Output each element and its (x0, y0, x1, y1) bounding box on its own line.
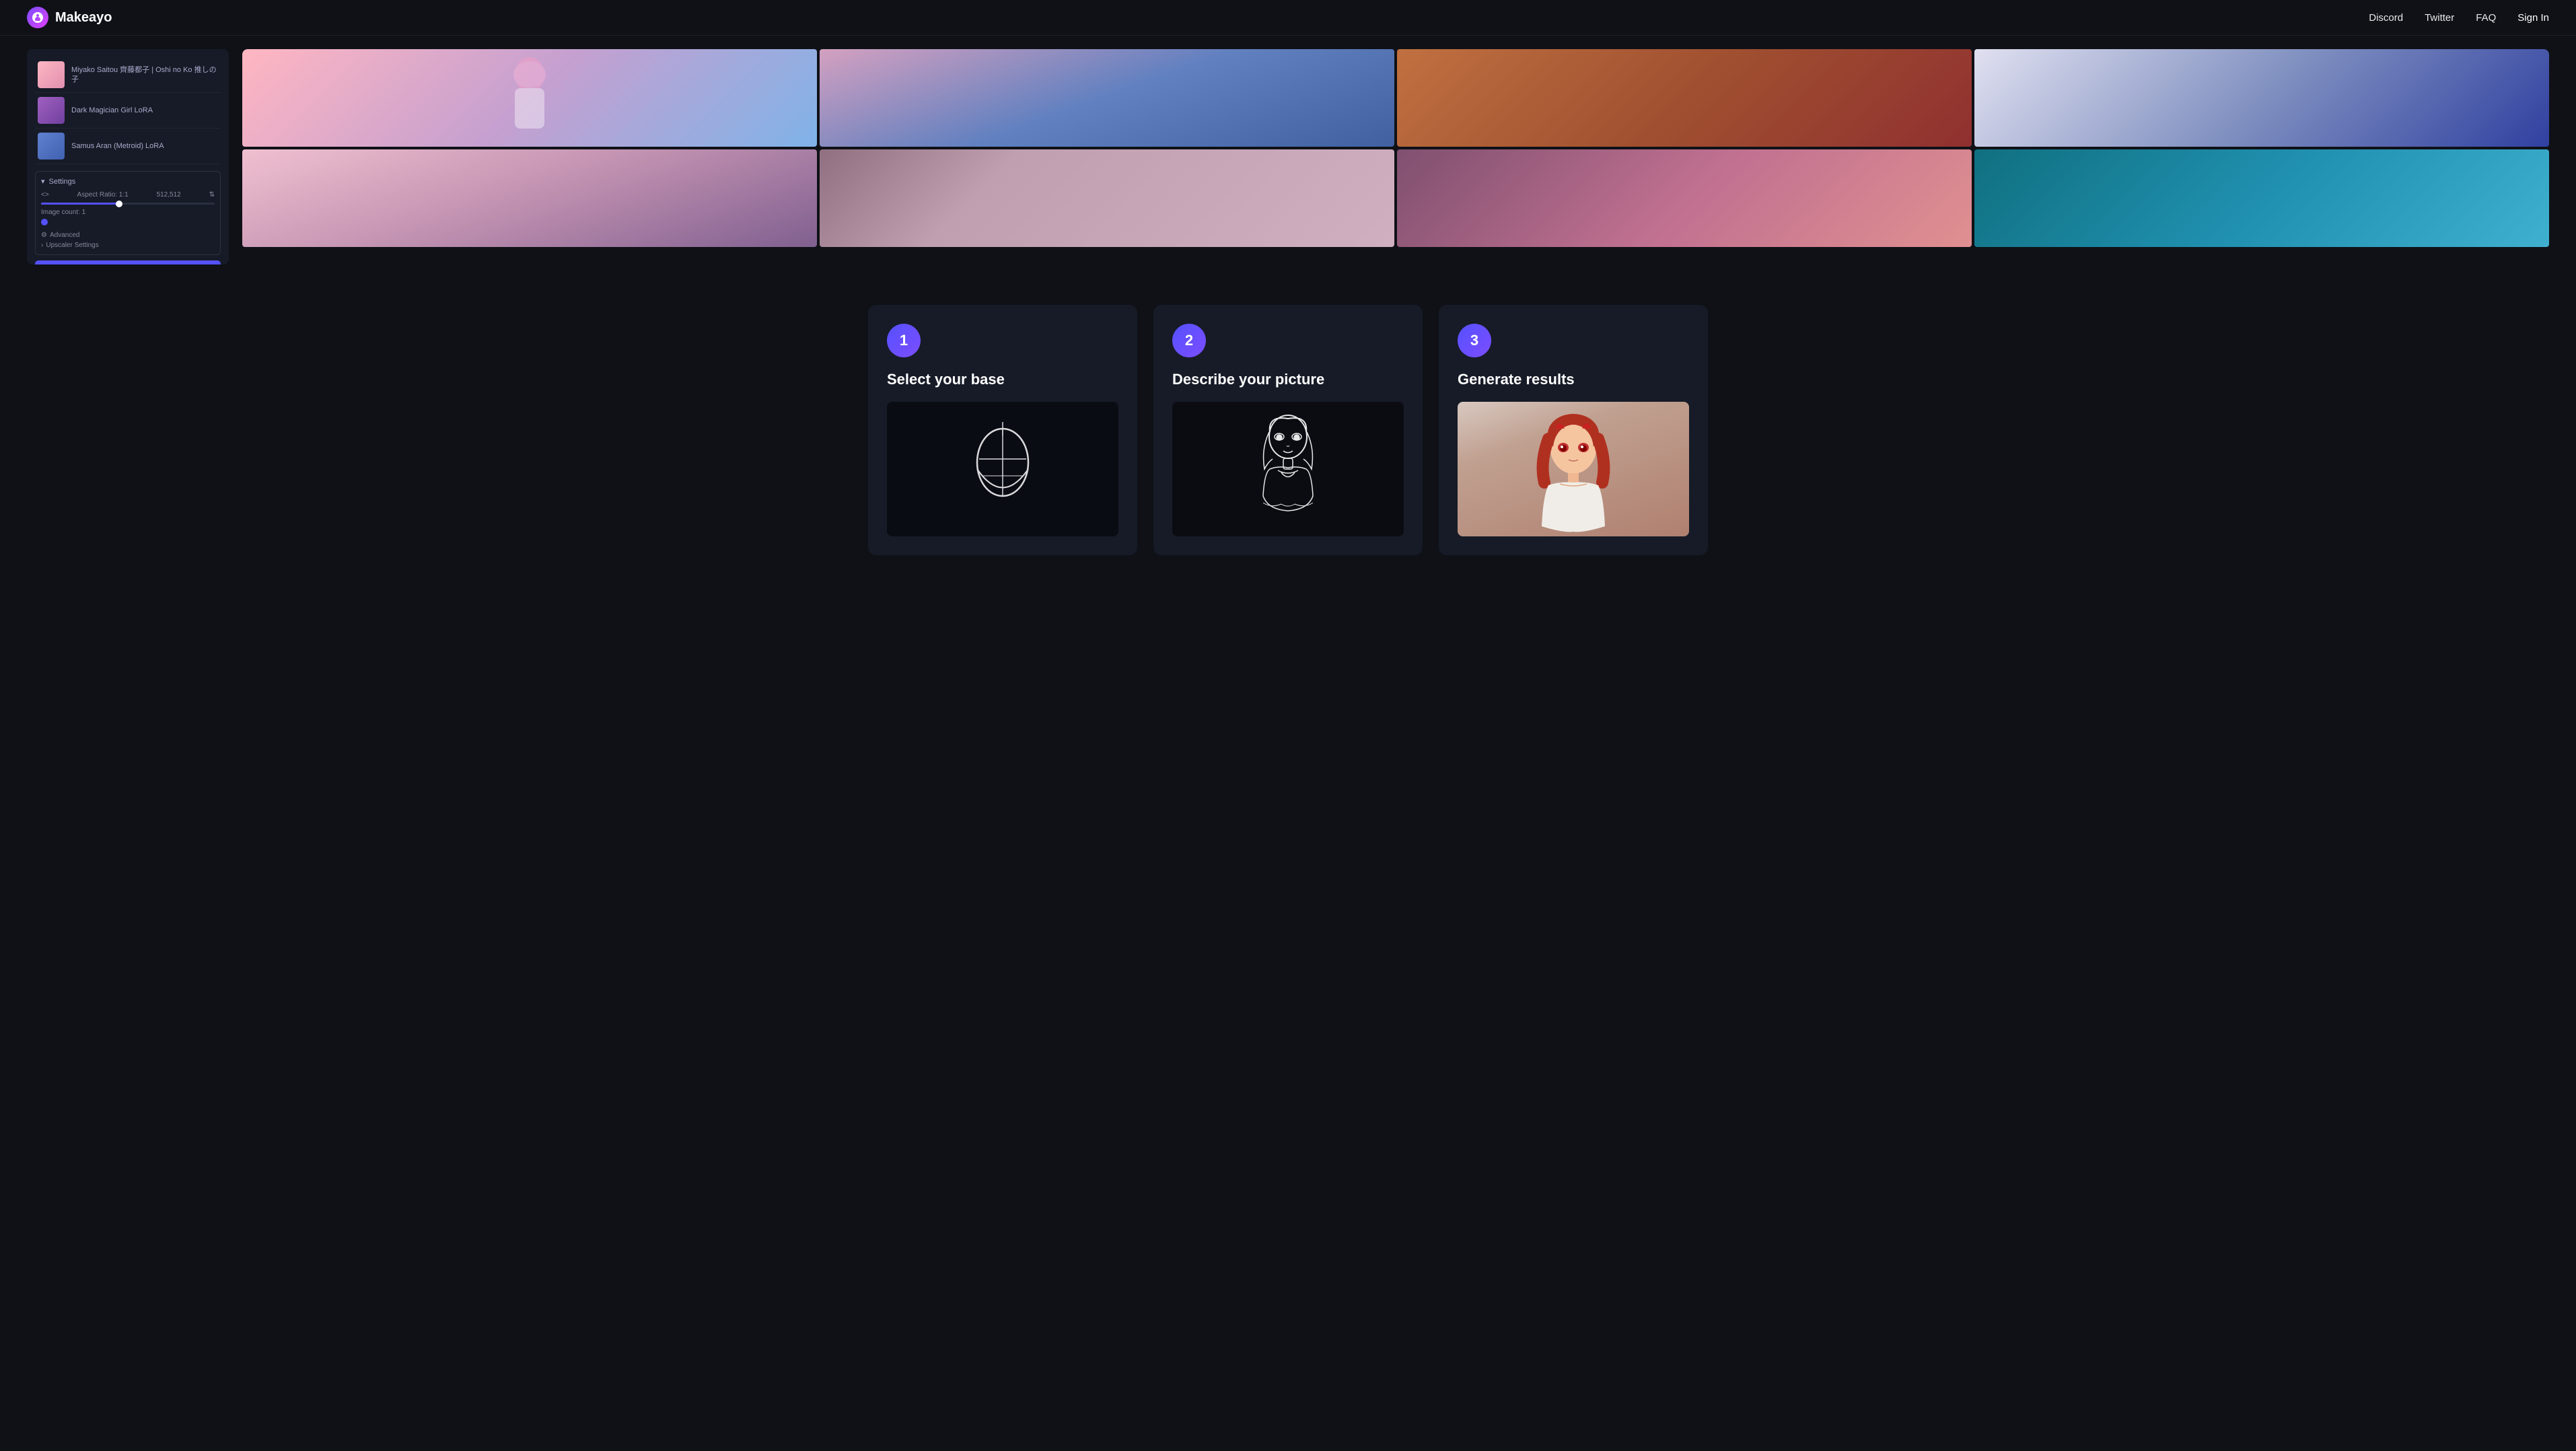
gallery-image-8[interactable] (1974, 149, 2549, 247)
chevron-down-icon: ▾ (41, 177, 45, 186)
step-3-badge: 3 (1458, 324, 1491, 357)
step-2-badge: 2 (1172, 324, 1206, 357)
steps-section: 1 Select your base 2 Describe your pict (0, 264, 2576, 582)
sidebar-item-samus[interactable]: Samus Aran (Metroid) LoRA (35, 129, 221, 164)
sidebar-thumb-dark-magician (38, 97, 65, 124)
brand-logo-container[interactable]: Makeayo (27, 7, 112, 28)
upscaler-row[interactable]: › Upscaler Settings (41, 242, 215, 249)
step-1-badge: 1 (887, 324, 921, 357)
brand-logo-icon (27, 7, 48, 28)
step-3-image (1458, 402, 1689, 536)
sidebar-label-samus: Samus Aran (Metroid) LoRA (71, 141, 218, 151)
gallery-image-7[interactable] (1397, 149, 1972, 247)
step-card-3: 3 Generate results (1439, 305, 1708, 555)
sidebar-preview: Miyako Saitou 齊藤都子 | Oshi no Ko 推しの子 Dar… (27, 49, 229, 264)
sidebar-thumb-samus (38, 133, 65, 160)
step-1-image (887, 402, 1118, 536)
anime-char-7 (1397, 149, 1972, 247)
gallery-image-2[interactable] (820, 49, 1394, 147)
nav-faq[interactable]: FAQ (2476, 12, 2496, 24)
nav-discord[interactable]: Discord (2369, 12, 2403, 24)
step-1-title: Select your base (887, 371, 1118, 388)
advanced-row[interactable]: ⚙ Advanced (41, 232, 215, 239)
anime-char-8 (1974, 149, 2549, 247)
step-3-title: Generate results (1458, 371, 1689, 388)
anime-char-6 (820, 149, 1394, 247)
step-2-title: Describe your picture (1172, 371, 1404, 388)
code-icon: <> (41, 191, 49, 199)
hero-section: Miyako Saitou 齊藤都子 | Oshi no Ko 推しの子 Dar… (0, 36, 2576, 264)
nav-twitter[interactable]: Twitter (2425, 12, 2454, 24)
gallery-image-6[interactable] (820, 149, 1394, 247)
brand-name-text: Makeayo (55, 10, 112, 26)
anime-char-4 (1974, 49, 2549, 147)
settings-panel: ▾ Settings <> Aspect Ratio: 1:1 512,512 … (35, 171, 221, 255)
aspect-slider[interactable] (41, 203, 215, 205)
image-count-row: Image count: 1 (41, 209, 215, 227)
gallery-image-1[interactable] (242, 49, 817, 147)
anime-char-3 (1397, 49, 1972, 147)
sidebar-item-miyako[interactable]: Miyako Saitou 齊藤都子 | Oshi no Ko 推しの子 (35, 57, 221, 93)
generate-button[interactable]: Generate [Ctrl+Enter] (35, 260, 221, 264)
nav-links: Discord Twitter FAQ Sign In (2369, 12, 2549, 24)
chevron-right-icon: › (41, 242, 43, 249)
step-card-1: 1 Select your base (868, 305, 1137, 555)
gallery-preview (242, 49, 2549, 264)
step-2-image (1172, 402, 1404, 536)
sidebar-thumb-miyako (38, 61, 65, 88)
anime-char-1 (242, 49, 817, 147)
signin-button[interactable]: Sign In (2517, 12, 2549, 24)
arrows-icon: ⇅ (209, 191, 215, 199)
gallery-image-5[interactable] (242, 149, 817, 247)
navbar: Makeayo Discord Twitter FAQ Sign In (0, 0, 2576, 36)
sidebar-label-miyako: Miyako Saitou 齊藤都子 | Oshi no Ko 推しの子 (71, 65, 218, 85)
slider-thumb (116, 201, 122, 207)
gallery-image-3[interactable] (1397, 49, 1972, 147)
settings-header: ▾ Settings (41, 177, 215, 186)
count-dot (41, 219, 48, 225)
sidebar-item-dark-magician[interactable]: Dark Magician Girl LoRA (35, 93, 221, 129)
anime-char-2 (820, 49, 1394, 147)
step-card-2: 2 Describe your picture (1153, 305, 1423, 555)
slider-fill (41, 203, 119, 205)
anime-char-5 (242, 149, 817, 247)
aspect-ratio-row: <> Aspect Ratio: 1:1 512,512 ⇅ (41, 191, 215, 199)
gallery-image-4[interactable] (1974, 49, 2549, 147)
gear-icon: ⚙ (41, 232, 47, 239)
sidebar-label-dark-magician: Dark Magician Girl LoRA (71, 106, 218, 115)
